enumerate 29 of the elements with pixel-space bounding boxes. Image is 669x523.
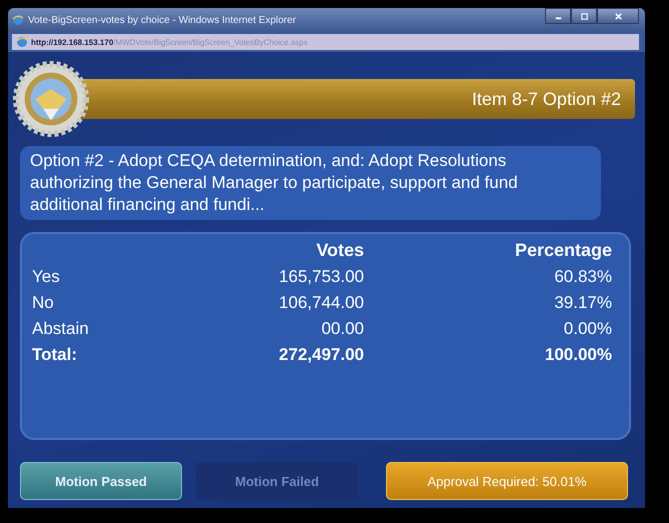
table-cell-text: 272,497.00 <box>278 345 364 365</box>
maximize-icon <box>580 12 588 20</box>
url-text: http://192.168.153.170/MWDVote/BigScreen/BigScreen_VotesByChoice.aspx <box>31 38 308 46</box>
table-cell-text: 0.00% <box>562 319 612 339</box>
column-header: Votes <box>315 240 364 261</box>
window-title: Vote-BigScreen-votes by choice - Windows Internet Explorer <box>28 14 297 26</box>
table-cell-text: 39.17% <box>553 293 612 313</box>
row-label: Yes <box>32 267 61 287</box>
minimize-button[interactable] <box>545 8 571 24</box>
table-cell-text: 106,744.00 <box>278 293 364 313</box>
table-cell-text: 00.00 <box>320 319 364 339</box>
browser-icon <box>16 36 28 48</box>
outcome-button[interactable]: Motion Passed <box>20 462 182 500</box>
table-cell-text: 100.00% <box>544 345 612 365</box>
approval-badge: Approval Required: 50.01% <box>386 462 628 500</box>
option-description: Option #2 - Adopt CEQA determination, and: Adopt Resolutions authorizing the General Manager to participate, support and fund additional financing and fundi... <box>20 146 601 220</box>
close-button[interactable] <box>597 8 639 24</box>
row-label: Total: <box>32 345 78 365</box>
table-cell-text: 165,753.00 <box>278 267 364 287</box>
maximize-button[interactable] <box>571 8 597 24</box>
outcome-button[interactable]: Motion Failed <box>196 462 358 500</box>
item-title: Item 8-7 Option #2 <box>472 88 621 110</box>
close-icon <box>614 12 622 20</box>
row-label: No <box>32 293 55 313</box>
table-cell-text: 60.83% <box>553 267 612 287</box>
browser-icon <box>12 14 24 26</box>
column-header: Percentage <box>514 240 612 261</box>
row-label: Abstain <box>32 319 90 339</box>
address-bar[interactable]: http://192.168.153.170/MWDVote/BigScreen/BigScreen_VotesByChoice.aspx <box>12 34 639 50</box>
